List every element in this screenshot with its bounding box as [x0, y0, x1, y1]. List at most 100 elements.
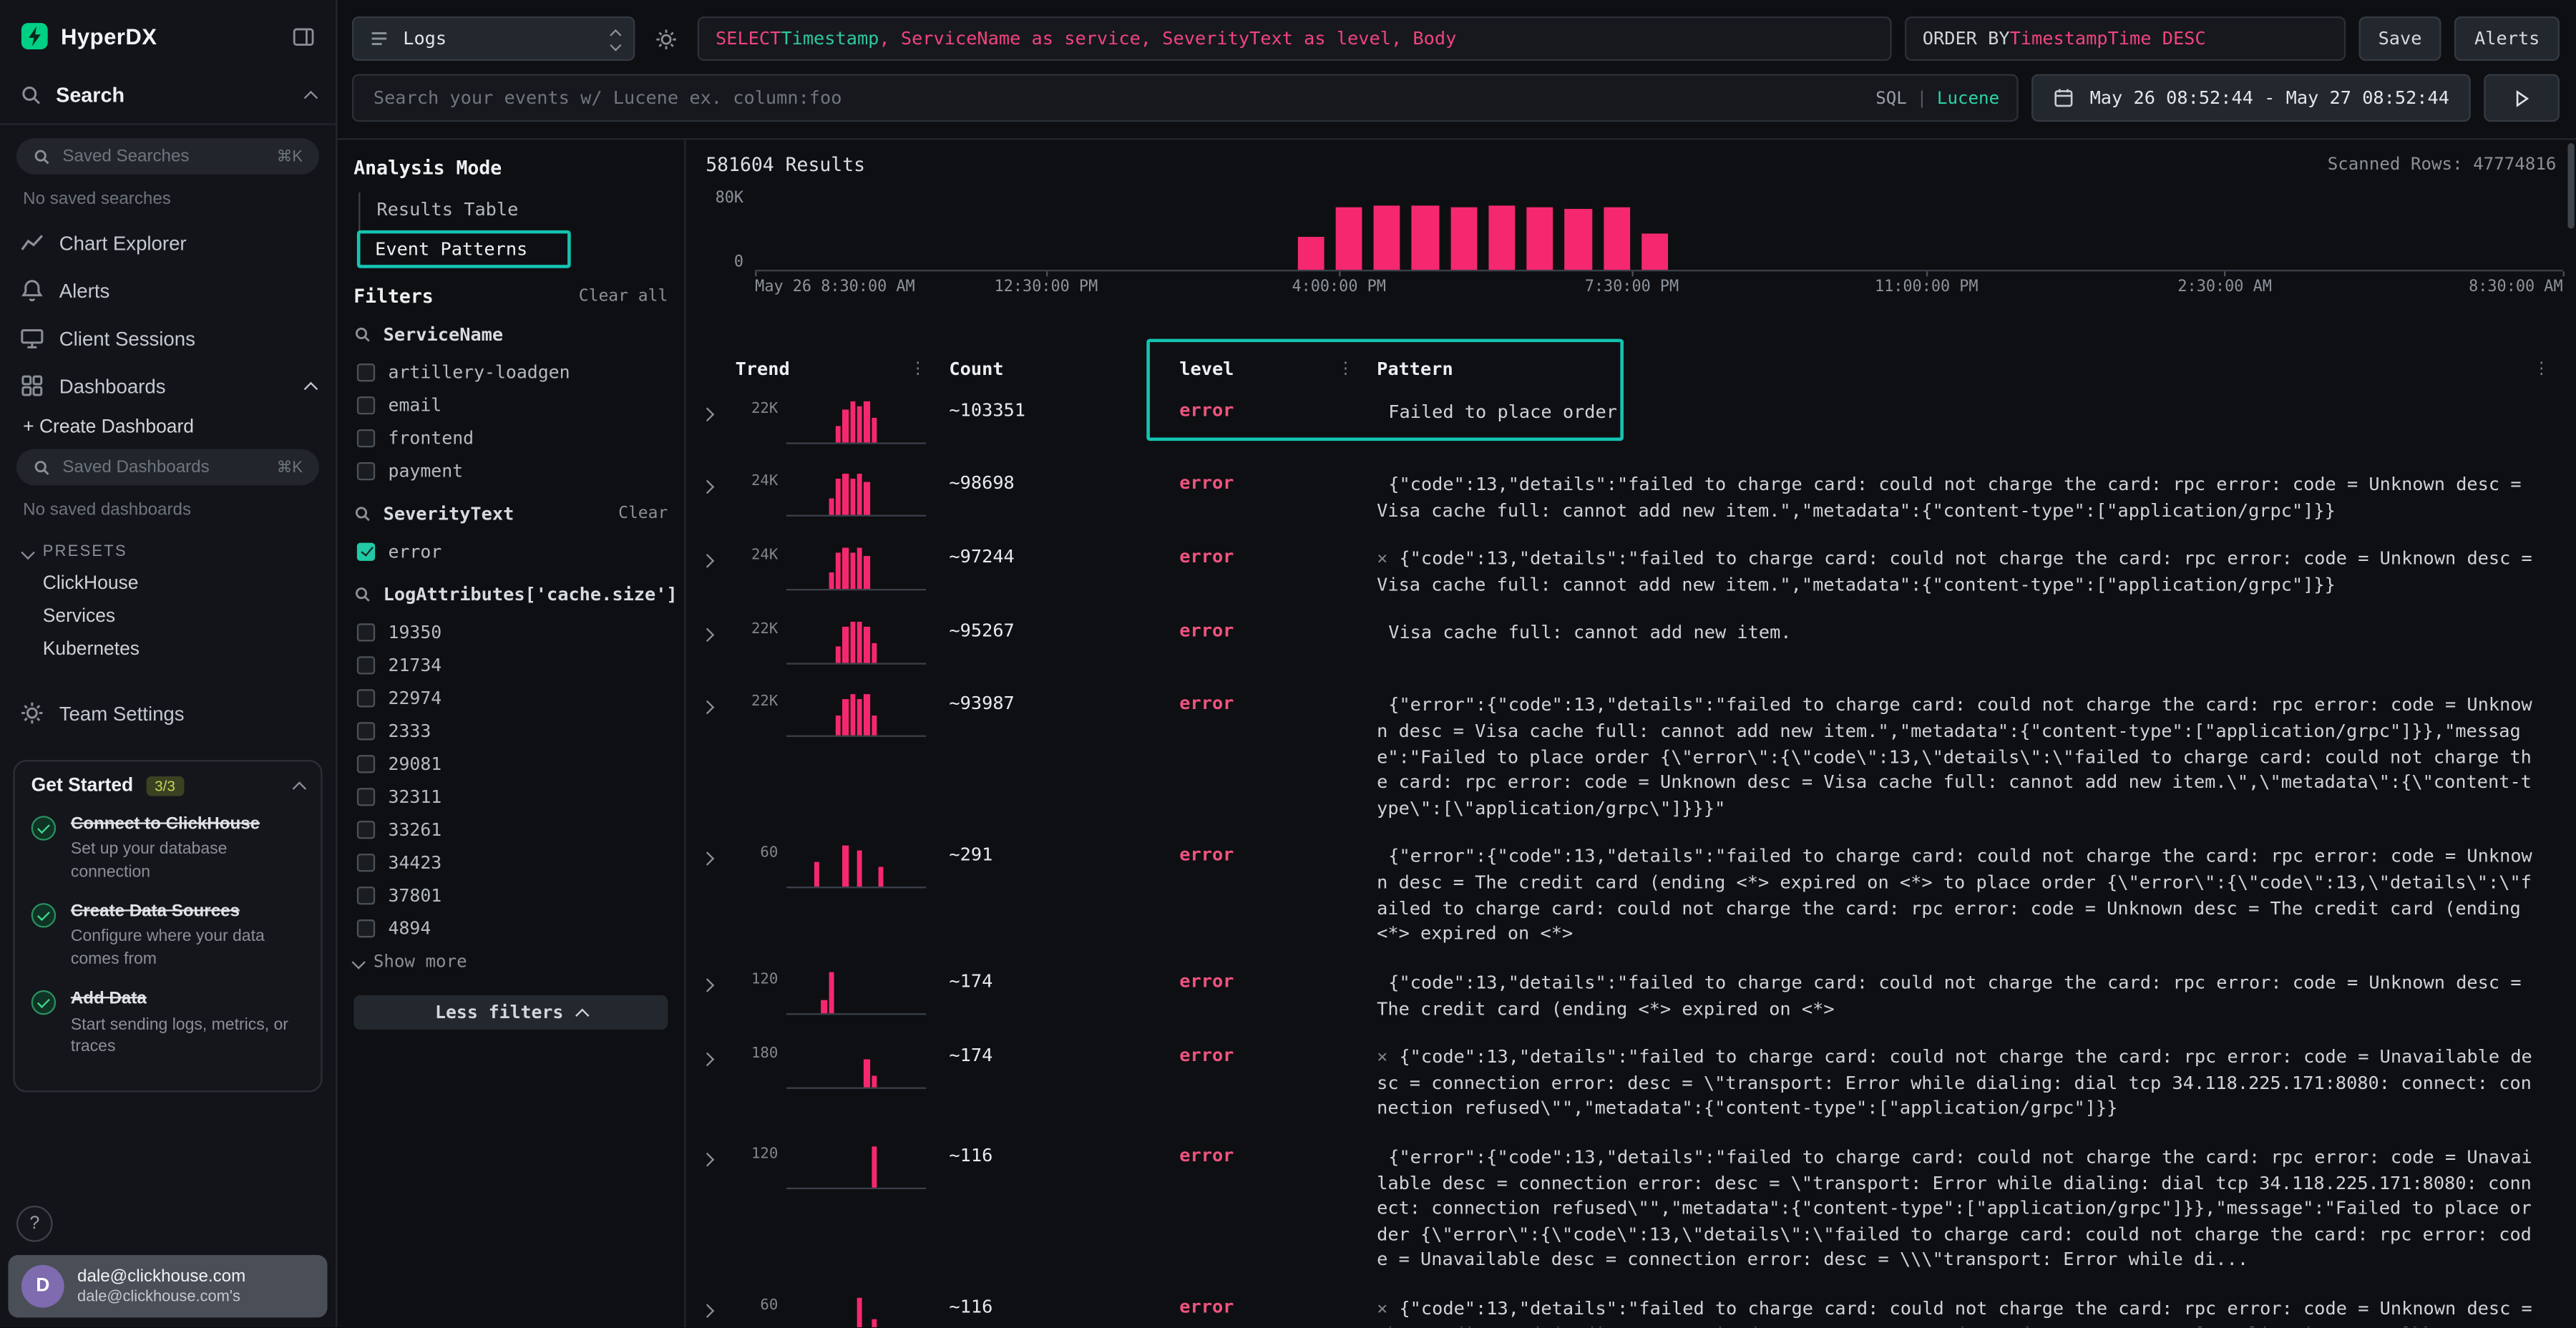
chevron-up-icon[interactable]: [304, 91, 318, 105]
filter-frontend[interactable]: frontend: [353, 421, 668, 454]
checkbox[interactable]: [357, 754, 375, 772]
exclude-x-icon[interactable]: ×: [1377, 548, 1387, 570]
sql-select-input[interactable]: SELECT Timestamp, ServiceName as service…: [698, 16, 1891, 61]
expand-row-icon[interactable]: [696, 1145, 725, 1169]
column-menu-icon[interactable]: ⋮: [2533, 359, 2550, 377]
order-by-input[interactable]: ORDER BY TimestampTime DESC: [1904, 16, 2345, 61]
pattern-row[interactable]: 120 ~116 error {"error":{"code":13,"deta…: [696, 1133, 2562, 1285]
preset-clickhouse[interactable]: ClickHouse: [0, 567, 336, 600]
column-header-trend[interactable]: Trend⋮: [726, 358, 940, 379]
expand-row-icon[interactable]: [696, 970, 725, 995]
sql-mode-label[interactable]: SQL: [1875, 88, 1907, 108]
filter-cache-34423[interactable]: 34423: [353, 846, 668, 879]
pattern-row[interactable]: 24K ~98698 error {"code":13,"details":"f…: [696, 461, 2562, 535]
pattern-row[interactable]: 22K ~103351 error Failed to place order: [696, 389, 2562, 461]
filter-cache-21734[interactable]: 21734: [353, 648, 668, 681]
saved-dashboards-input[interactable]: Saved Dashboards ⌘K: [16, 449, 319, 486]
filter-cache-19350[interactable]: 19350: [353, 615, 668, 648]
sidebar-item-client-sessions[interactable]: Client Sessions: [0, 314, 336, 362]
clear-all-link[interactable]: Clear all: [579, 287, 668, 305]
scrollbar-thumb[interactable]: [2568, 143, 2575, 229]
checkbox[interactable]: [357, 853, 375, 871]
checkbox[interactable]: [357, 886, 375, 904]
column-header-count[interactable]: Count⋮: [940, 358, 1170, 379]
expand-row-icon[interactable]: [696, 472, 725, 497]
filter-cache-33261[interactable]: 33261: [353, 813, 668, 846]
preset-services[interactable]: Services: [0, 600, 336, 633]
pattern-row[interactable]: 180 ~174 error ×{"code":13,"details":"fa…: [696, 1033, 2562, 1133]
clear-link[interactable]: Clear: [618, 505, 668, 523]
checkbox-checked[interactable]: [357, 542, 375, 560]
sidebar-item-dashboards[interactable]: Dashboards: [0, 362, 336, 410]
get-started-item-add-data[interactable]: Add Data Start sending logs, metrics, or…: [31, 987, 305, 1058]
expand-row-icon[interactable]: [696, 844, 725, 869]
filter-cache-2333[interactable]: 2333: [353, 714, 668, 747]
get-started-header[interactable]: Get Started 3/3: [31, 776, 305, 796]
filter-cache-29081[interactable]: 29081: [353, 747, 668, 780]
expand-row-icon[interactable]: [696, 400, 725, 424]
search-input[interactable]: [352, 74, 2019, 122]
checkbox[interactable]: [357, 919, 375, 937]
column-header-level[interactable]: level⋮: [1169, 358, 1367, 379]
column-header-pattern[interactable]: Pattern⋮: [1367, 358, 2562, 379]
sidebar-item-chart-explorer[interactable]: Chart Explorer: [0, 219, 336, 267]
search-icon[interactable]: [353, 585, 371, 603]
create-dashboard-button[interactable]: + Create Dashboard: [0, 409, 336, 446]
checkbox[interactable]: [357, 787, 375, 805]
alerts-button[interactable]: Alerts: [2454, 16, 2560, 61]
checkbox[interactable]: [357, 396, 375, 414]
save-button[interactable]: Save: [2358, 16, 2441, 61]
filter-cache-22974[interactable]: 22974: [353, 681, 668, 714]
checkbox[interactable]: [357, 655, 375, 673]
date-range-picker[interactable]: May 26 08:52:44 - May 27 08:52:44: [2032, 74, 2471, 122]
expand-row-icon[interactable]: [696, 1045, 725, 1069]
pattern-row[interactable]: 22K ~93987 error {"error":{"code":13,"de…: [696, 682, 2562, 834]
filter-artillery-loadgen[interactable]: artillery-loadgen: [353, 356, 668, 389]
pattern-row[interactable]: 120 ~174 error {"code":13,"details":"fai…: [696, 959, 2562, 1033]
pattern-row[interactable]: 24K ~97244 error ×{"code":13,"details":"…: [696, 535, 2562, 610]
checkbox[interactable]: [357, 429, 375, 446]
pattern-row[interactable]: 60 ~291 error {"error":{"code":13,"detai…: [696, 833, 2562, 959]
histogram-plot[interactable]: [755, 189, 2562, 271]
user-menu[interactable]: D dale@clickhouse.com dale@clickhouse.co…: [8, 1255, 327, 1317]
sidebar-item-alerts[interactable]: Alerts: [0, 266, 336, 314]
column-menu-icon[interactable]: ⋮: [1140, 359, 1156, 377]
presets-header[interactable]: PRESETS: [0, 529, 336, 567]
pattern-row[interactable]: 60 ~116 error ×{"code":13,"details":"fai…: [696, 1284, 2562, 1327]
analysis-option-results-table[interactable]: Results Table: [360, 192, 668, 227]
lucene-mode-label[interactable]: Lucene: [1937, 88, 1999, 108]
checkbox[interactable]: [357, 820, 375, 838]
checkbox[interactable]: [357, 688, 375, 706]
sidebar-item-team-settings[interactable]: Team Settings: [0, 689, 336, 737]
expand-row-icon[interactable]: [696, 693, 725, 718]
filter-email[interactable]: email: [353, 389, 668, 421]
filter-cache-4894[interactable]: 4894: [353, 912, 668, 944]
preset-kubernetes[interactable]: Kubernetes: [0, 633, 336, 666]
run-query-button[interactable]: [2484, 74, 2560, 122]
query-settings-gear-icon[interactable]: [648, 16, 685, 61]
checkbox[interactable]: [357, 622, 375, 640]
filter-payment[interactable]: payment: [353, 454, 668, 487]
chevron-up-icon[interactable]: [293, 781, 307, 796]
column-menu-icon[interactable]: ⋮: [909, 359, 926, 377]
analysis-option-event-patterns[interactable]: Event Patterns: [357, 230, 571, 268]
exclude-x-icon[interactable]: ×: [1377, 1046, 1387, 1068]
chevron-up-icon[interactable]: [304, 381, 318, 396]
expand-row-icon[interactable]: [696, 547, 725, 571]
search-icon[interactable]: [353, 505, 371, 523]
query-language-toggle[interactable]: SQL | Lucene: [1875, 74, 1999, 122]
filter-cache-37801[interactable]: 37801: [353, 879, 668, 912]
column-menu-icon[interactable]: ⋮: [1337, 359, 1354, 377]
expand-row-icon[interactable]: [696, 1297, 725, 1321]
get-started-item-sources[interactable]: Create Data Sources Configure where your…: [31, 900, 305, 971]
exclude-x-icon[interactable]: ×: [1377, 1298, 1387, 1319]
help-button[interactable]: ?: [16, 1206, 53, 1242]
collapse-sidebar-icon[interactable]: [291, 24, 316, 48]
checkbox[interactable]: [357, 462, 375, 479]
pattern-row[interactable]: 22K ~95267 error Visa cache full: cannot…: [696, 610, 2562, 682]
sidebar-item-search[interactable]: Search: [0, 71, 336, 120]
expand-row-icon[interactable]: [696, 621, 725, 645]
source-select[interactable]: Logs: [352, 16, 635, 61]
show-more-link[interactable]: Show more: [353, 944, 668, 981]
get-started-item-connect[interactable]: Connect to ClickHouse Set up your databa…: [31, 813, 305, 884]
